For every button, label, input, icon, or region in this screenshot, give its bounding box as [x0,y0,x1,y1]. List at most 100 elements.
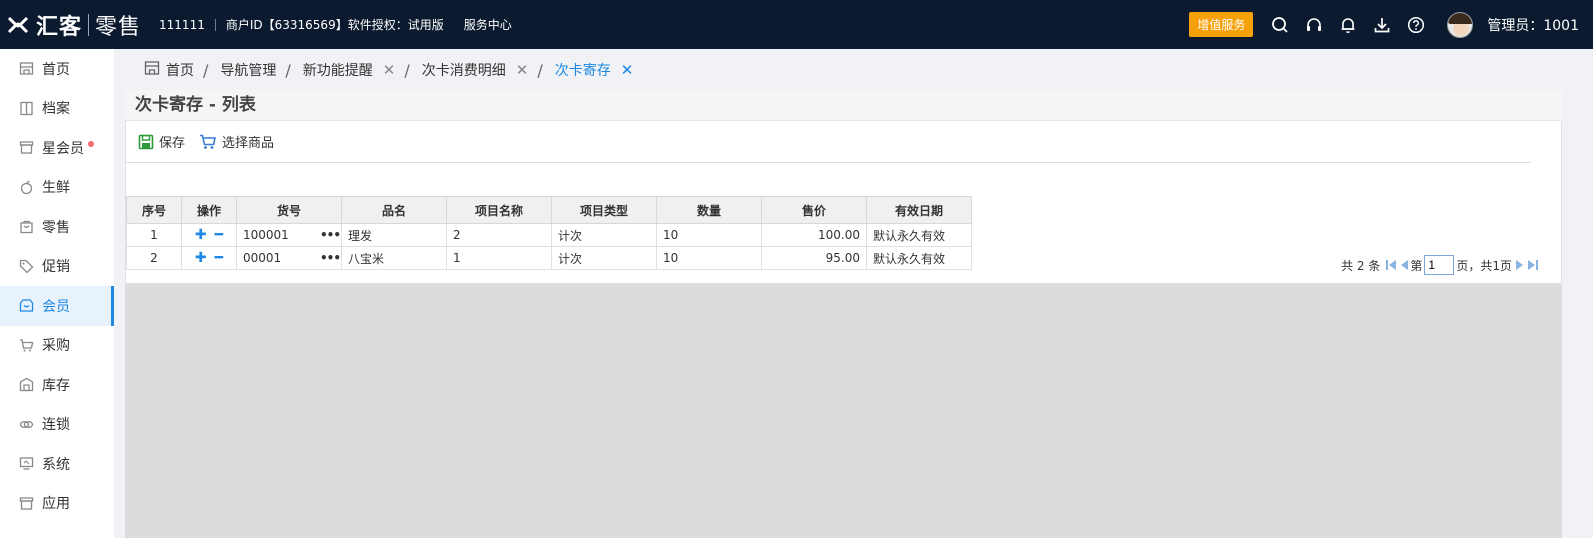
tab-label: 次卡寄存 [554,63,611,79]
headset-icon[interactable] [1304,15,1324,35]
sidebar-item-label: 生鲜 [42,180,70,197]
page-number-input[interactable] [1424,255,1455,275]
admin-name[interactable]: 管理员：1001 [1487,15,1579,35]
column-header: 售价 [761,196,867,224]
chain-icon [18,416,34,432]
tab-new-feature-reminder[interactable]: 新功能提醒 ✕ / [303,60,422,80]
info-divider [214,18,216,31]
select-goods-button[interactable]: 选择商品 [199,132,274,151]
sidebar-item-label: 档案 [42,101,70,118]
last-page-icon[interactable] [1528,259,1538,271]
tab-card-deposit[interactable]: 次卡寄存 ✕ [555,60,634,80]
save-button[interactable]: 保存 [138,132,185,151]
top-bar: 汇客 零售 111111 商户ID【63316569】软件授权：试用版 服务中心… [0,0,1593,49]
table-row[interactable]: 2 ✚ ━ 00001 ••• 八宝米 1 计次 10 95.00 默认永久有效 [126,246,972,270]
qty-cell[interactable]: 10 [656,246,762,270]
column-header: 项目名称 [446,196,552,224]
seq-cell: 1 [126,223,182,247]
page-prefix: 第 [1410,258,1423,273]
sidebar-item-home[interactable]: 首页 [0,49,114,89]
logo[interactable]: 汇客 零售 [6,0,141,49]
cart-icon [18,337,34,353]
notification-dot [88,140,94,147]
sidebar-item-label: 库存 [42,377,70,394]
qty-cell[interactable]: 10 [656,223,762,247]
star-member-icon [18,140,34,156]
sidebar-item-label: 星会员 [42,140,84,157]
column-header: 数量 [656,196,762,224]
pagination: 共 2 条 第 页，共1页 [1341,255,1540,275]
close-icon[interactable]: ✕ [621,61,634,79]
merchant-license: 商户ID【63316569】软件授权：试用版 [225,18,444,32]
breadcrumb-home[interactable]: 首页 / [134,60,220,80]
close-icon[interactable]: ✕ [383,61,396,79]
prev-page-icon[interactable] [1400,259,1409,271]
home-icon [144,60,160,80]
item-name-cell[interactable]: 2 [446,223,552,247]
help-icon[interactable] [1406,15,1426,35]
bell-icon[interactable] [1338,15,1358,35]
account-number: 111111 [159,17,205,32]
name-cell: 理发 [341,223,447,247]
main-panel: 次卡寄存 - 列表 保存 选择商品 序号 操作 货号 品名 项目名称 项目类型 … [125,90,1562,538]
search-icon[interactable] [1270,15,1290,35]
first-page-icon[interactable] [1386,259,1397,271]
value-added-service-button[interactable]: 增值服务 [1189,12,1254,37]
sidebar-item-apps[interactable]: 应用 [0,484,114,524]
more-icon[interactable]: ••• [320,251,341,265]
sidebar-item-label: 首页 [42,61,70,78]
add-row-icon[interactable]: ✚ [195,227,207,243]
sidebar-item-retail[interactable]: 零售 [0,207,114,247]
remove-row-icon[interactable]: ━ [215,227,223,243]
sidebar-item-archive[interactable]: 档案 [0,89,114,129]
remove-row-icon[interactable]: ━ [215,250,223,266]
fresh-icon [18,179,34,195]
action-cell: ✚ ━ [181,223,237,247]
add-row-icon[interactable]: ✚ [195,250,207,266]
action-cell: ✚ ━ [181,246,237,270]
sidebar-item-fresh[interactable]: 生鲜 [0,168,114,208]
valid-date-cell[interactable]: 默认永久有效 [866,223,972,247]
logo-divider [88,13,90,36]
close-icon[interactable]: ✕ [516,61,529,79]
monitor-icon [18,456,34,472]
warehouse-icon [18,377,34,393]
sidebar-item-system[interactable]: 系统 [0,444,114,484]
column-header: 操作 [181,196,237,224]
price-cell[interactable]: 95.00 [761,246,867,270]
sidebar-item-chain[interactable]: 连锁 [0,405,114,445]
service-center-link[interactable]: 服务中心 [464,16,512,33]
user-avatar[interactable] [1447,11,1474,38]
sidebar-item-purchase[interactable]: 采购 [0,326,114,366]
sidebar-item-member[interactable]: 会员 [0,286,114,326]
page-title: 次卡寄存 - 列表 [125,90,1562,121]
valid-date-cell[interactable]: 默认永久有效 [866,246,972,270]
column-header: 货号 [236,196,342,224]
breadcrumb: 首页 / 导航管理 / 新功能提醒 ✕ / 次卡消费明细 ✕ / 次卡寄存 ✕ [134,55,633,85]
sidebar-item-inventory[interactable]: 库存 [0,365,114,405]
tab-card-consumption-detail[interactable]: 次卡消费明细 ✕ / [422,60,555,80]
next-page-icon[interactable] [1516,259,1524,271]
sidebar-item-label: 采购 [42,338,70,355]
price-cell[interactable]: 100.00 [761,223,867,247]
code-cell[interactable]: 00001 ••• [236,246,342,270]
more-icon[interactable]: ••• [320,228,341,242]
code-cell[interactable]: 100001 ••• [236,223,342,247]
account-info: 111111 商户ID【63316569】软件授权：试用版 [159,16,444,33]
tab-nav-management[interactable]: 导航管理 / [220,60,302,80]
total-count: 共 2 条 [1341,258,1381,273]
sidebar-item-label: 连锁 [42,417,70,434]
code-value: 00001 [243,251,282,265]
item-type-cell: 计次 [551,246,657,270]
item-name-cell[interactable]: 1 [446,246,552,270]
sidebar-item-promotion[interactable]: 促销 [0,247,114,287]
deposit-table: 序号 操作 货号 品名 项目名称 项目类型 数量 售价 有效日期 1 ✚ ━ 1… [126,196,972,270]
name-cell: 八宝米 [341,246,447,270]
sidebar-item-star-member[interactable]: 星会员 [0,128,114,168]
top-right-tools: 增值服务 管理员：1001 [1189,0,1593,49]
table-row[interactable]: 1 ✚ ━ 100001 ••• 理发 2 计次 10 100.00 默认永久有效 [126,223,972,247]
tab-label: 次卡消费明细 [421,63,506,79]
sidebar-item-label: 应用 [42,496,70,513]
sidebar-item-label: 促销 [42,259,70,276]
download-icon[interactable] [1372,15,1392,35]
